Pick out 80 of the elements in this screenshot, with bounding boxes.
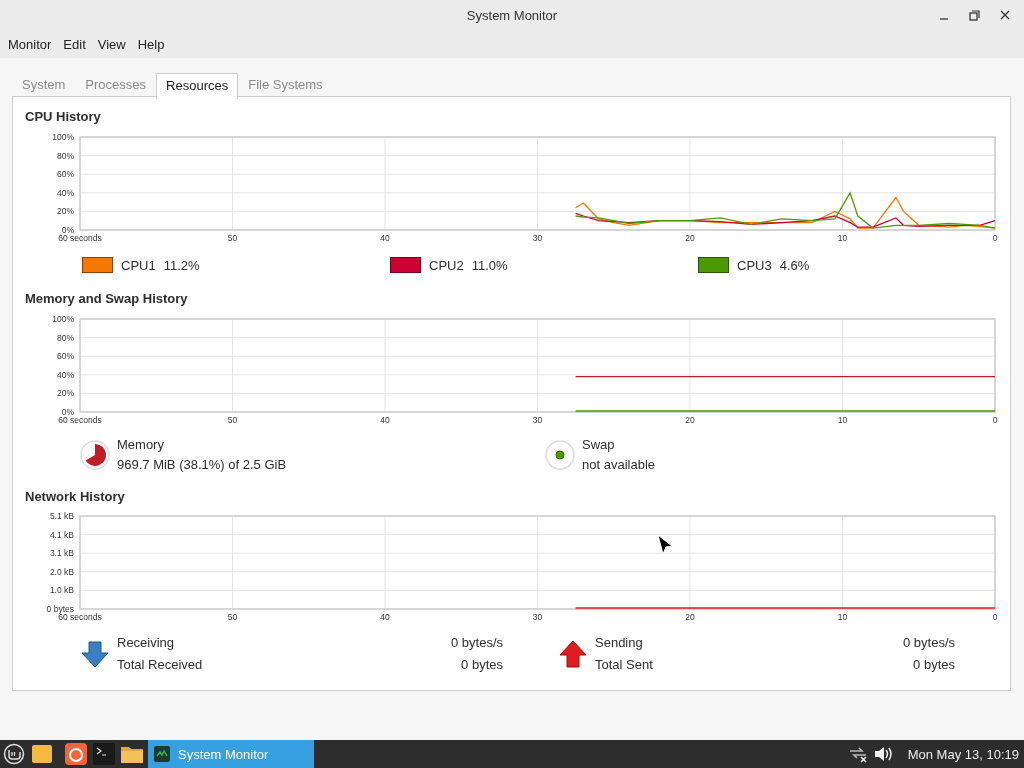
legend-label: CPU2 xyxy=(429,257,464,273)
browser-icon[interactable] xyxy=(65,743,87,765)
axis-label: 2.0 kB xyxy=(49,566,74,577)
stat-value: 0 bytes/s xyxy=(449,634,503,652)
axis-label: 4.1 kB xyxy=(49,529,74,540)
stat-label: Total Sent xyxy=(595,656,654,674)
window-title: System Monitor xyxy=(466,7,558,23)
menu-item[interactable]: Monitor xyxy=(2,33,58,55)
axis-label: 40 xyxy=(380,612,390,622)
dot-icon xyxy=(545,440,575,470)
axis-label: 60% xyxy=(57,169,74,180)
axis-label: 80% xyxy=(57,150,74,161)
axis-label: 0% xyxy=(61,407,74,417)
axis-label: 100% xyxy=(52,133,74,142)
axis-label: 10 xyxy=(837,233,848,243)
monitor-app-icon xyxy=(154,746,170,762)
axis-label: 20 xyxy=(685,233,695,243)
terminal-icon[interactable] xyxy=(93,743,115,765)
folder-icon[interactable] xyxy=(121,745,143,763)
menu-logo-icon[interactable] xyxy=(3,743,25,765)
axis-label: 60 seconds xyxy=(58,233,102,243)
axis-label: 50 xyxy=(227,415,238,425)
axis-label: 40 xyxy=(380,415,390,425)
network-disconnected-icon[interactable] xyxy=(847,745,868,763)
volume-icon[interactable] xyxy=(873,745,894,763)
section-title: CPU History xyxy=(25,109,101,124)
stat-label: Sending xyxy=(595,634,644,652)
legend-label: Swap xyxy=(582,436,616,454)
stat-value: 0 bytes/s xyxy=(901,634,955,652)
maximize-icon[interactable] xyxy=(969,9,980,21)
tab[interactable]: Resources xyxy=(156,73,239,99)
upload-arrow-icon xyxy=(558,639,588,669)
menu-item[interactable]: Edit xyxy=(57,33,92,55)
axis-label: 0% xyxy=(61,225,74,235)
cpu-usage: 11.0% xyxy=(471,257,508,273)
axis-label: 40% xyxy=(57,187,74,198)
axis-label: 20 xyxy=(685,612,695,622)
axis-label: 40 xyxy=(380,233,390,243)
usage-text: 969.7 MiB (38.1%) of 2.5 GiB xyxy=(117,456,287,474)
legend-label: CPU1 xyxy=(121,257,156,273)
usage-text: not available xyxy=(582,456,655,474)
axis-label: 0 bytes xyxy=(46,604,74,614)
axis-label: 60% xyxy=(57,351,74,362)
axis-label: 50 xyxy=(227,612,238,622)
stat-value: 0 bytes xyxy=(912,656,955,674)
menu-item[interactable]: Help xyxy=(131,33,171,55)
stat-value: 0 bytes xyxy=(460,656,503,674)
axis-label: 30 xyxy=(532,612,543,622)
section-title: Memory and Swap History xyxy=(25,291,188,306)
section-title: Network History xyxy=(25,489,125,504)
axis-label: 20 xyxy=(685,415,695,425)
clock[interactable]: Mon May 13, 10:19 xyxy=(907,746,1019,762)
axis-label: 40% xyxy=(57,369,74,380)
stat-label: Total Received xyxy=(117,656,204,674)
axis-label: 50 xyxy=(227,233,238,243)
axis-label: 10 xyxy=(837,415,848,425)
cpu-usage: 4.6% xyxy=(779,257,810,273)
cpu-usage: 11.2% xyxy=(163,257,200,273)
axis-label: 20% xyxy=(57,388,74,399)
axis-label: 0 xyxy=(992,415,998,425)
axis-label: 3.1 kB xyxy=(49,548,74,559)
axis-label: 80% xyxy=(57,332,74,343)
stat-label: Receiving xyxy=(117,634,176,652)
axis-label: 10 xyxy=(837,612,848,622)
axis-label: 1.0 kB xyxy=(49,585,74,596)
mouse-pointer-icon xyxy=(657,534,673,556)
axis-label: 60 seconds xyxy=(58,415,102,425)
pie-chart-icon xyxy=(80,440,110,470)
download-arrow-icon xyxy=(80,639,110,669)
axis-label: 5.1 kB xyxy=(49,512,74,521)
axis-label: 30 xyxy=(532,233,543,243)
axis-label: 30 xyxy=(532,415,543,425)
menu-item[interactable]: View xyxy=(91,33,132,55)
axis-label: 100% xyxy=(52,315,74,324)
axis-label: 0 xyxy=(992,612,998,622)
close-icon[interactable] xyxy=(1000,10,1010,20)
axis-label: 20% xyxy=(57,206,74,217)
legend-label: CPU3 xyxy=(737,257,772,273)
axis-label: 0 xyxy=(992,233,998,243)
legend-label: Memory xyxy=(117,436,165,454)
